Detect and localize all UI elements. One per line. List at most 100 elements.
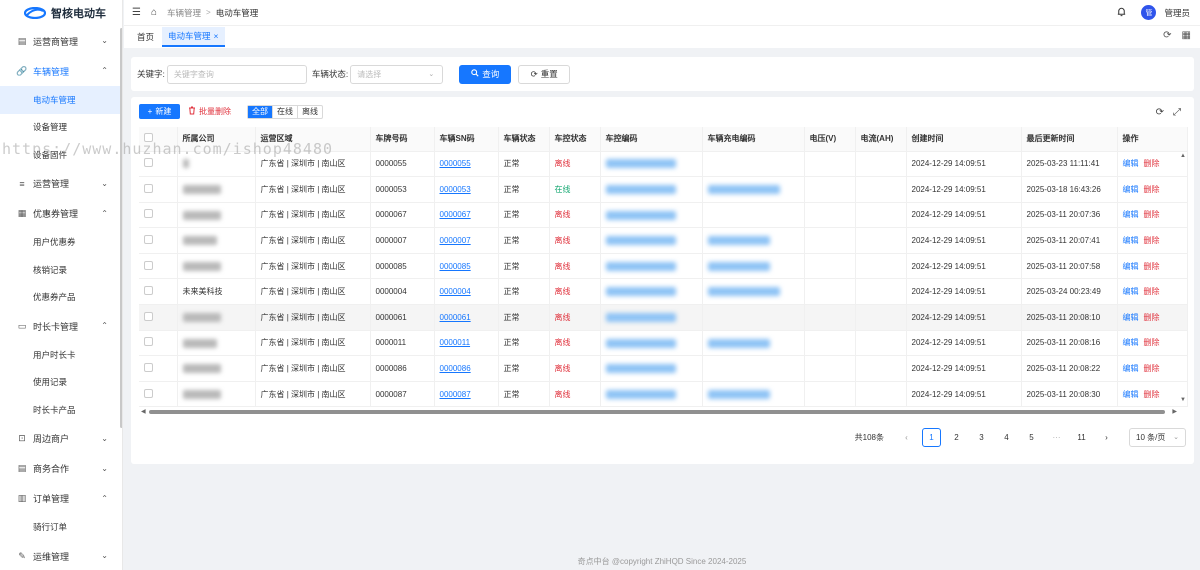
scroll-up-icon[interactable]: ▲ <box>1180 153 1186 159</box>
sn-link[interactable]: 0000086 <box>440 364 471 373</box>
horizontal-scrollbar[interactable]: ◀ ▶ <box>141 408 1181 415</box>
sidebar-group-5[interactable]: ⊡ 周边商户 ⌄ <box>0 424 122 454</box>
more-pages-icon[interactable]: ··· <box>1047 428 1066 447</box>
delete-link[interactable]: 删除 <box>1144 185 1160 194</box>
table-row[interactable]: 未来美科技 广东省 | 深圳市 | 南山区 0000004 0000004 正常 离线 20… <box>139 278 1188 306</box>
sn-link[interactable]: 0000085 <box>440 262 471 271</box>
next-page-icon[interactable]: › <box>1097 428 1116 447</box>
sidebar-group-8[interactable]: ✎ 运维管理 ⌄ <box>0 541 122 570</box>
sidebar-group-6[interactable]: ▤ 商务合作 ⌄ <box>0 454 122 484</box>
sidebar-item[interactable]: 优惠券产品 <box>0 284 122 312</box>
edit-link[interactable]: 编辑 <box>1123 287 1139 296</box>
edit-link[interactable]: 编辑 <box>1123 210 1139 219</box>
table-row[interactable]: 广东省 | 深圳市 | 南山区 0000085 0000085 正常 离线 2024-12… <box>139 253 1188 280</box>
delete-link[interactable]: 删除 <box>1144 210 1160 219</box>
sidebar-item[interactable]: 设备管理 <box>0 114 122 142</box>
sn-link[interactable]: 0000053 <box>440 185 471 194</box>
delete-link[interactable]: 删除 <box>1144 287 1160 296</box>
page-5[interactable]: 5 <box>1022 428 1041 447</box>
sidebar-group-3[interactable]: ▦ 优惠券管理 ⌃ <box>0 199 122 229</box>
sidebar-item[interactable]: 用户优惠券 <box>0 229 122 257</box>
tab-home[interactable]: 首页 <box>131 28 160 46</box>
sn-link[interactable]: 0000087 <box>440 390 471 399</box>
grid-icon[interactable]: ▦ <box>1182 30 1191 41</box>
home-icon[interactable]: ⌂ <box>151 7 157 18</box>
sn-link[interactable]: 0000061 <box>440 313 471 322</box>
delete-link[interactable]: 删除 <box>1144 313 1160 322</box>
sidebar-item[interactable]: 电动车管理 <box>0 86 122 114</box>
sidebar-item[interactable]: 用户时长卡 <box>0 341 122 369</box>
filter-online[interactable]: 在线 <box>273 105 298 118</box>
sidebar-group-4[interactable]: ▭ 时长卡管理 ⌃ <box>0 311 122 341</box>
delete-link[interactable]: 删除 <box>1144 159 1160 168</box>
filter-all[interactable]: 全部 <box>248 105 273 118</box>
row-checkbox[interactable] <box>144 183 153 193</box>
page-3[interactable]: 3 <box>972 428 991 447</box>
sn-link[interactable]: 0000011 <box>440 338 471 347</box>
edit-link[interactable]: 编辑 <box>1123 159 1139 168</box>
delete-link[interactable]: 删除 <box>1144 262 1160 271</box>
scroll-left-icon[interactable]: ◀ <box>141 408 146 415</box>
sn-link[interactable]: 0000055 <box>440 159 471 168</box>
row-checkbox[interactable] <box>144 388 153 398</box>
edit-link[interactable]: 编辑 <box>1123 236 1139 245</box>
status-select[interactable]: 请选择 ⌄ <box>350 64 444 84</box>
row-checkbox[interactable] <box>144 337 153 347</box>
scrollbar-thumb[interactable] <box>149 410 1165 414</box>
sidebar-scrollbar[interactable] <box>120 28 122 428</box>
batch-delete-button[interactable]: 批量删除 <box>188 106 231 117</box>
table-row[interactable]: 广东省 | 深圳市 | 南山区 0000007 0000007 正常 离线 2024-12… <box>139 227 1188 254</box>
scroll-down-icon[interactable]: ▼ <box>1180 397 1186 403</box>
delete-link[interactable]: 删除 <box>1144 338 1160 347</box>
row-checkbox[interactable] <box>144 235 153 245</box>
avatar[interactable]: 管 <box>1141 5 1157 20</box>
sidebar-group-0[interactable]: ▤ 运营商管理 ⌄ <box>0 26 122 56</box>
table-row[interactable]: 广东省 | 深圳市 | 南山区 0000087 0000087 正常 离线 2024-12… <box>139 381 1188 408</box>
app-logo[interactable]: 智核电动车 <box>0 0 122 26</box>
sidebar-item[interactable]: 时长卡产品 <box>0 396 122 424</box>
sidebar-item[interactable]: 使用记录 <box>0 369 122 397</box>
reset-button[interactable]: ⟳ 重置 <box>518 64 571 84</box>
delete-link[interactable]: 删除 <box>1144 236 1160 245</box>
sidebar-group-7[interactable]: ▥ 订单管理 ⌃ <box>0 484 122 514</box>
delete-link[interactable]: 删除 <box>1144 390 1160 399</box>
tab-vehicle-management[interactable]: 电动车管理 × <box>162 27 225 47</box>
row-checkbox[interactable] <box>144 260 153 270</box>
edit-link[interactable]: 编辑 <box>1123 185 1139 194</box>
sidebar-item[interactable]: 骑行订单 <box>0 514 122 542</box>
new-button[interactable]: + 新建 <box>139 104 180 119</box>
page-4[interactable]: 4 <box>997 428 1016 447</box>
close-icon[interactable]: × <box>214 31 219 41</box>
bell-icon[interactable] <box>1116 6 1127 20</box>
row-checkbox[interactable] <box>144 158 153 168</box>
table-row[interactable]: 广东省 | 深圳市 | 南山区 0000067 0000067 正常 离线 2024-12… <box>139 202 1188 229</box>
sn-link[interactable]: 0000067 <box>440 210 471 219</box>
scroll-right-icon[interactable]: ▶ <box>1172 408 1177 415</box>
table-row[interactable]: 广东省 | 深圳市 | 南山区 0000011 0000011 正常 离线 2024-12… <box>139 330 1188 357</box>
table-row[interactable]: 广东省 | 深圳市 | 南山区 0000086 0000086 正常 离线 2024-12… <box>139 355 1188 382</box>
sidebar-group-1[interactable]: 🔗 车辆管理 ⌃ <box>0 56 122 86</box>
page-size-select[interactable]: 10 条/页 ⌄ <box>1129 427 1186 447</box>
prev-page-icon[interactable]: ‹ <box>897 428 916 447</box>
keyword-input[interactable]: 关键字查询 <box>166 64 307 84</box>
row-checkbox[interactable] <box>144 363 153 373</box>
row-checkbox[interactable] <box>144 209 153 219</box>
filter-offline[interactable]: 离线 <box>298 106 322 118</box>
sn-link[interactable]: 0000007 <box>440 236 471 245</box>
page-1[interactable]: 1 <box>922 427 941 447</box>
sidebar-group-2[interactable]: ≡ 运营管理 ⌄ <box>0 169 122 199</box>
row-checkbox[interactable] <box>144 311 153 321</box>
edit-link[interactable]: 编辑 <box>1123 313 1139 322</box>
row-checkbox[interactable] <box>144 286 153 296</box>
sn-link[interactable]: 0000004 <box>440 287 471 296</box>
fullscreen-icon[interactable]: ⤢ <box>1173 107 1181 118</box>
sidebar-item[interactable]: 核销记录 <box>0 256 122 284</box>
user-name[interactable]: 管理员 <box>1164 7 1190 19</box>
reload-icon[interactable]: ⟳ <box>1156 107 1164 118</box>
query-button[interactable]: 查询 <box>459 64 512 84</box>
breadcrumb-parent[interactable]: 车辆管理 <box>167 7 201 19</box>
menu-fold-icon[interactable]: ☰ <box>132 7 141 18</box>
page-last[interactable]: 11 <box>1072 428 1091 447</box>
table-row[interactable]: 广东省 | 深圳市 | 南山区 0000053 0000053 正常 在线 2024-12… <box>139 176 1188 203</box>
page-2[interactable]: 2 <box>947 428 966 447</box>
